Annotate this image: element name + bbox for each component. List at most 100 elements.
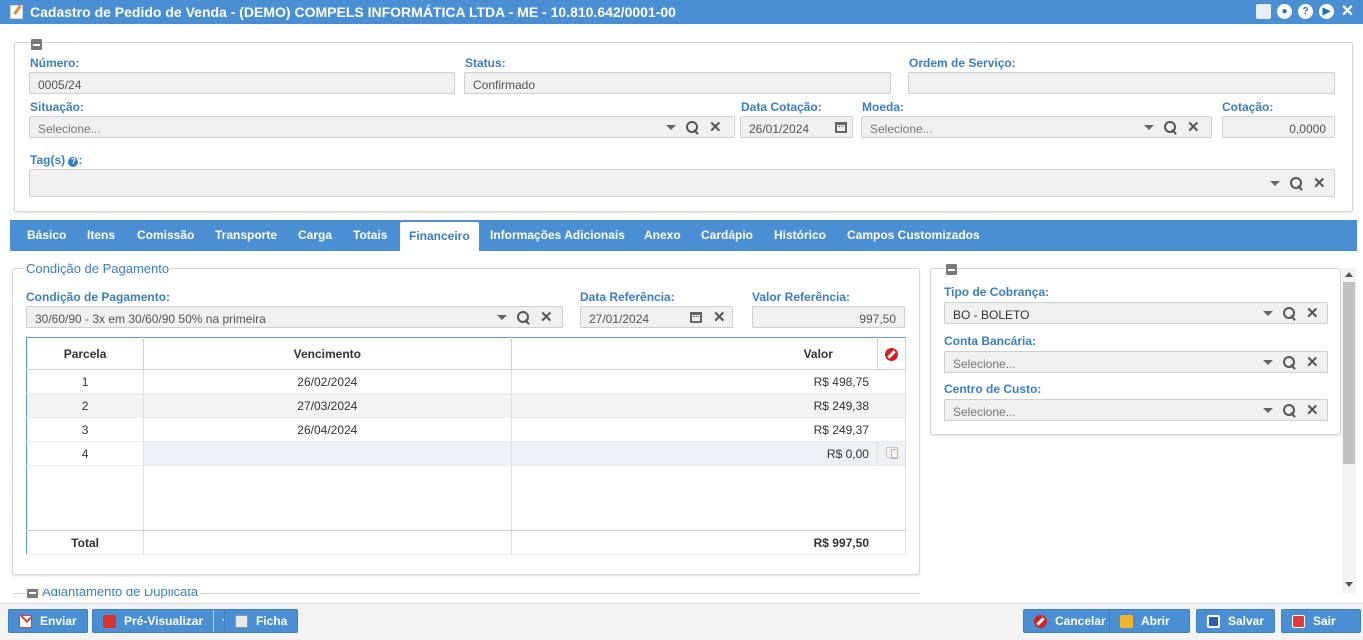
remove-all-icon[interactable] — [884, 347, 898, 361]
tab-basico[interactable]: Básico — [27, 220, 66, 251]
scrollbar-thumb[interactable] — [1343, 282, 1355, 464]
col-parcela[interactable]: Parcela — [26, 337, 145, 370]
total-spacer — [143, 530, 512, 555]
cell-valor[interactable]: R$ 0,00 — [511, 441, 878, 466]
tab-carga[interactable]: Carga — [298, 220, 332, 251]
table-row[interactable]: 3 26/04/2024 R$ 249,37 — [26, 417, 907, 442]
mail-icon — [19, 614, 32, 628]
col-valor[interactable]: Valor — [511, 337, 878, 370]
tab-campos-customizados[interactable]: Campos Customizados — [847, 220, 980, 251]
clear-icon[interactable]: ✕ — [709, 120, 722, 135]
abrir-button[interactable]: Abrir — [1109, 609, 1190, 633]
enviar-button[interactable]: Enviar — [8, 609, 88, 633]
tab-historico[interactable]: Histórico — [774, 220, 826, 251]
ordem-servico-field[interactable] — [908, 72, 1335, 94]
cell-parcela: 3 — [26, 417, 145, 442]
clear-icon[interactable]: ✕ — [1306, 403, 1319, 418]
table-row[interactable]: 1 26/02/2024 R$ 498,75 — [26, 369, 907, 394]
tab-itens[interactable]: Itens — [87, 220, 115, 251]
collapse-icon[interactable] — [946, 264, 957, 275]
tab-financeiro[interactable]: Financeiro — [400, 222, 479, 251]
numero-field[interactable]: 0005/24 — [29, 72, 455, 94]
cell-parcela: 4 — [26, 441, 145, 466]
tags-select[interactable] — [29, 169, 1335, 197]
data-referencia-label: Data Referência: — [580, 290, 675, 304]
cell-vencimento[interactable]: 27/03/2024 — [143, 393, 512, 418]
delete-row-icon[interactable] — [885, 446, 898, 459]
cotacao-field[interactable]: 0,0000 — [1222, 116, 1335, 138]
cell-valor[interactable]: R$ 498,75 — [511, 369, 907, 394]
chevron-down-icon[interactable] — [1144, 125, 1154, 130]
billing-panel: Tipo de Cobrança: BO - BOLETO ✕ Conta Ba… — [930, 264, 1341, 435]
exit-icon — [1292, 614, 1305, 628]
search-icon[interactable] — [1283, 356, 1296, 369]
pdf-icon — [103, 614, 116, 628]
cell-vencimento[interactable]: 26/02/2024 — [143, 369, 512, 394]
tab-comissao[interactable]: Comissão — [137, 220, 194, 251]
chevron-down-icon[interactable] — [1263, 408, 1273, 413]
cancelar-button[interactable]: Cancelar — [1023, 609, 1117, 633]
abrir-label: Abrir — [1141, 614, 1170, 628]
calendar-icon[interactable] — [835, 122, 847, 133]
situacao-select[interactable]: Selecione... — [29, 116, 735, 138]
valor-referencia-label: Valor Referência: — [752, 290, 851, 304]
status-field[interactable]: Confirmado — [464, 72, 891, 94]
condicao-select[interactable]: 30/60/90 - 3x em 30/60/90 50% na primeir… — [26, 306, 563, 328]
table-row[interactable]: 2 27/03/2024 R$ 249,38 — [26, 393, 907, 418]
cell-vencimento[interactable]: 26/04/2024 — [143, 417, 512, 442]
valor-referencia-field[interactable]: 997,50 — [752, 306, 905, 328]
search-icon[interactable] — [517, 311, 530, 324]
situacao-label: Situação: — [30, 100, 85, 114]
calendar-icon[interactable] — [690, 312, 702, 323]
adiantamento-section: Adiantamento de Duplicata — [12, 589, 920, 603]
scroll-down-arrow[interactable] — [1345, 582, 1353, 587]
titlebar-actions: ● ? ▶ ✕ — [1256, 4, 1355, 20]
tab-totais[interactable]: Totais — [353, 220, 387, 251]
cell-valor[interactable]: R$ 249,37 — [511, 417, 907, 442]
chevron-down-icon[interactable] — [1270, 181, 1280, 186]
search-icon[interactable] — [1283, 307, 1296, 320]
payment-condition-legend: Condição de Pagamento — [24, 261, 172, 276]
help-icon[interactable]: ? — [68, 157, 79, 167]
chevron-down-icon[interactable] — [666, 125, 676, 130]
chevron-down-icon[interactable] — [1263, 311, 1273, 316]
search-icon[interactable] — [1283, 404, 1296, 417]
collapse-icon[interactable] — [31, 39, 42, 50]
unlock-icon — [1120, 614, 1133, 628]
tab-cardapio[interactable]: Cardápio — [701, 220, 753, 251]
button-divider — [213, 610, 215, 632]
tab-transporte[interactable]: Transporte — [215, 220, 277, 251]
installments-grid: Parcela Vencimento Valor 1 26/02/2024 R$… — [26, 337, 907, 555]
cell-vencimento[interactable] — [143, 441, 512, 466]
tab-anexo[interactable]: Anexo — [644, 220, 681, 251]
settings-icon[interactable]: ● — [1277, 4, 1292, 19]
cell-valor[interactable]: R$ 249,38 — [511, 393, 907, 418]
calendar-icon[interactable] — [1256, 4, 1271, 19]
scroll-up-arrow[interactable] — [1345, 272, 1353, 277]
data-referencia-field[interactable]: 27/01/2024 — [580, 306, 733, 328]
pre-visualizar-button[interactable]: Pré-Visualizar — [92, 609, 240, 633]
search-icon[interactable] — [1164, 121, 1177, 134]
col-vencimento[interactable]: Vencimento — [143, 337, 512, 370]
clear-icon[interactable]: ✕ — [1306, 306, 1319, 321]
ficha-button[interactable]: Ficha — [224, 609, 299, 633]
search-icon[interactable] — [686, 121, 699, 134]
clear-icon[interactable]: ✕ — [1306, 355, 1319, 370]
clear-icon[interactable]: ✕ — [1187, 120, 1200, 135]
search-icon[interactable] — [1290, 177, 1303, 190]
clear-icon[interactable]: ✕ — [540, 310, 553, 325]
tab-informacoes-adicionais[interactable]: Informações Adicionais — [490, 220, 625, 251]
salvar-button[interactable]: Salvar — [1196, 609, 1275, 633]
collapse-icon[interactable] — [27, 589, 38, 598]
chevron-down-icon[interactable] — [497, 315, 507, 320]
clear-icon[interactable]: ✕ — [713, 310, 726, 325]
table-row[interactable]: 4 R$ 0,00 — [26, 441, 907, 466]
pre-visualizar-label: Pré-Visualizar — [124, 614, 204, 628]
help-icon[interactable]: ? — [1298, 4, 1313, 19]
sair-button[interactable]: Sair — [1281, 609, 1361, 633]
chevron-down-icon[interactable] — [1263, 360, 1273, 365]
total-label: Total — [26, 530, 145, 555]
close-icon[interactable]: ✕ — [1340, 4, 1355, 20]
clear-icon[interactable]: ✕ — [1313, 176, 1326, 191]
play-icon[interactable]: ▶ — [1319, 4, 1334, 19]
